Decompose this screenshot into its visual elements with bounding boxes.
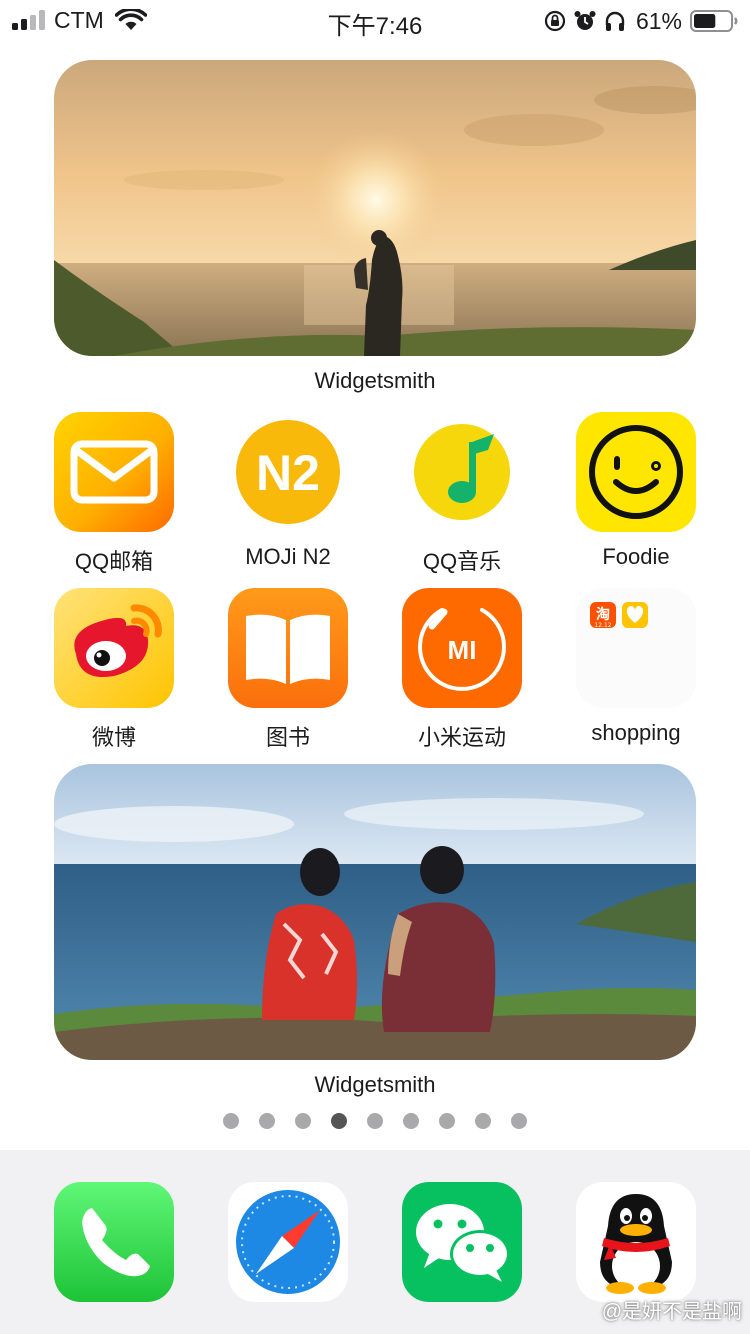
app-foodie[interactable] <box>576 412 696 532</box>
n2-icon: N2 <box>228 412 348 532</box>
headphones-icon <box>605 11 625 31</box>
widget-label: Widgetsmith <box>314 1072 436 1097</box>
app-weibo[interactable] <box>54 588 174 708</box>
dock-app-phone[interactable] <box>54 1182 174 1302</box>
mail-icon <box>54 412 174 532</box>
page-dot[interactable] <box>403 1113 419 1129</box>
app-moji-n2[interactable]: N2 <box>228 412 348 532</box>
battery-percentage: 61% <box>635 7 682 34</box>
widget-photo-sea[interactable] <box>54 764 696 1060</box>
page-dot[interactable] <box>223 1113 239 1129</box>
app-qq-music[interactable] <box>402 412 522 532</box>
page-indicator[interactable] <box>0 1113 750 1129</box>
folder-icon: 淘 12.12 <box>590 602 648 629</box>
app-label-moji: MOJi N2 <box>245 544 331 569</box>
battery-icon <box>690 10 738 32</box>
app-label-qq-mail: QQ邮箱 <box>74 549 154 574</box>
page-dot[interactable] <box>475 1113 491 1129</box>
app-books[interactable] <box>228 588 348 708</box>
dock: @是妍不是盐啊 <box>0 1150 750 1334</box>
watermark-text: @是妍不是盐啊 <box>601 1301 742 1323</box>
penguin-icon <box>576 1182 696 1302</box>
app-qq-mail[interactable] <box>54 412 174 532</box>
smile-icon <box>576 412 696 532</box>
page-dot[interactable] <box>511 1113 527 1129</box>
app-label-qq-music: QQ音乐 <box>422 549 502 574</box>
mi-icon: MI <box>402 588 522 708</box>
alarm-icon <box>574 11 596 30</box>
page-dot[interactable] <box>295 1113 311 1129</box>
app-label-books: 图书 <box>265 725 310 750</box>
sunset-photo <box>54 60 696 356</box>
weibo-icon <box>54 588 174 708</box>
sea-photo <box>54 764 696 1060</box>
page-dot[interactable] <box>439 1113 455 1129</box>
app-label-shopping: shopping <box>591 720 681 745</box>
compass-icon <box>228 1182 348 1302</box>
widget-label: Widgetsmith <box>314 368 436 393</box>
rotation-lock-icon <box>544 10 566 32</box>
phone-icon <box>54 1182 174 1302</box>
taobao-mini-text: 淘 <box>596 606 610 623</box>
dock-app-wechat[interactable] <box>402 1182 522 1302</box>
app-label-weibo: 微博 <box>91 725 136 750</box>
dock-app-safari[interactable] <box>228 1182 348 1302</box>
wechat-icon <box>402 1182 522 1302</box>
n2-text: N2 <box>256 445 320 501</box>
app-mi-fit[interactable]: MI <box>402 588 522 708</box>
taobao-mini-caption: 12.12 <box>594 622 611 629</box>
dock-app-qq[interactable] <box>576 1182 696 1302</box>
music-note-icon <box>402 412 522 532</box>
app-folder-shopping[interactable]: 淘 12.12 <box>576 588 696 708</box>
app-label-mi-fit: 小米运动 <box>417 725 506 750</box>
widget-photo-sunset[interactable] <box>54 60 696 356</box>
status-bar: CTM 下午7:46 61% <box>0 0 750 44</box>
app-label-foodie: Foodie <box>602 544 670 569</box>
page-dot[interactable] <box>367 1113 383 1129</box>
page-dot[interactable] <box>259 1113 275 1129</box>
mi-text: MI <box>448 635 477 665</box>
book-icon <box>228 588 348 708</box>
page-dot-active[interactable] <box>331 1113 347 1129</box>
